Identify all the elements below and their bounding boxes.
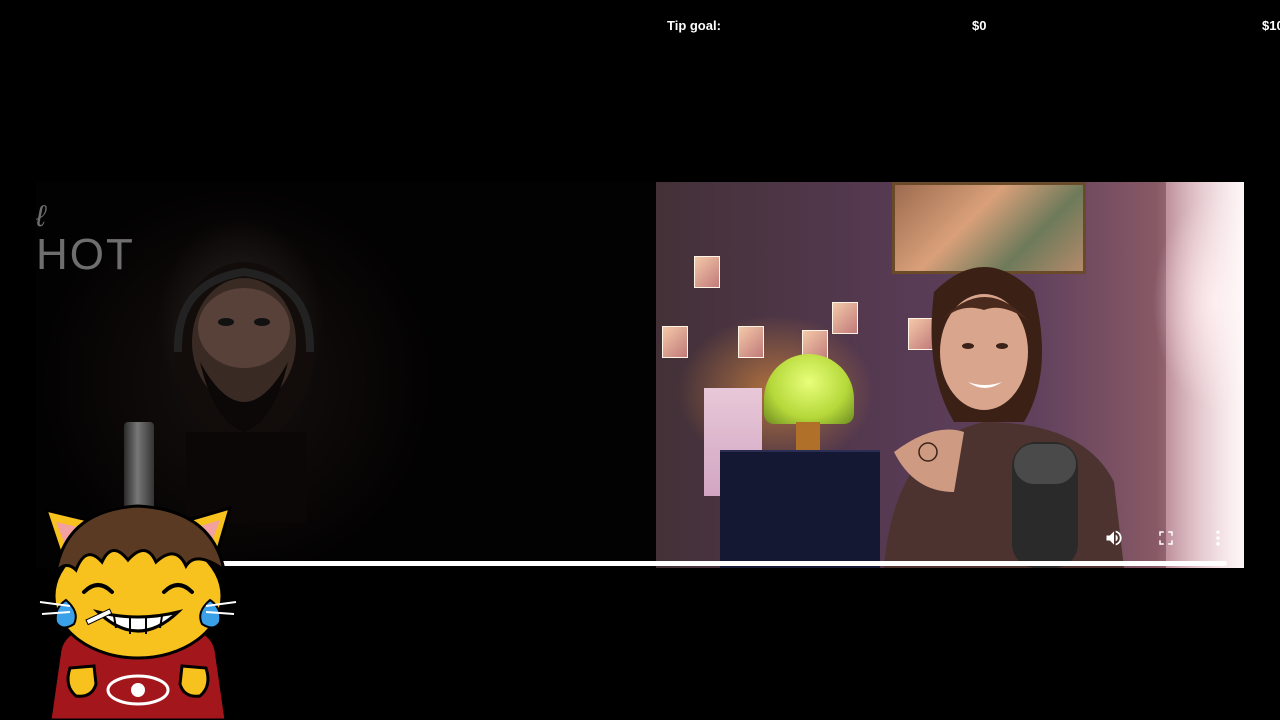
tip-goal-target-amount: $10 bbox=[1262, 18, 1280, 33]
wall-photo bbox=[832, 302, 858, 334]
volume-icon bbox=[1106, 530, 1122, 546]
more-vertical-icon bbox=[1216, 530, 1220, 546]
neon-sign: ℓ HOT bbox=[36, 200, 135, 279]
tip-goal-bar: Tip goal: $0 $10 bbox=[0, 0, 1280, 52]
wall-photo bbox=[662, 326, 688, 358]
tip-goal-current-amount: $0 bbox=[972, 18, 987, 33]
lamp-base bbox=[796, 422, 820, 452]
wall-photo bbox=[694, 256, 720, 288]
tip-goal-label: Tip goal: bbox=[667, 18, 721, 33]
fullscreen-button[interactable] bbox=[1152, 524, 1180, 552]
right-camera-feed bbox=[656, 182, 1244, 568]
video-progress-bar[interactable] bbox=[218, 561, 1227, 566]
wall-photo bbox=[738, 326, 764, 358]
microphone bbox=[124, 422, 154, 512]
fullscreen-icon bbox=[1159, 531, 1173, 545]
green-lamp bbox=[764, 354, 854, 424]
more-options-button[interactable] bbox=[1204, 524, 1232, 552]
stream-page: Tip goal: $0 $10 ℓ HOT bbox=[0, 0, 1280, 720]
volume-button[interactable] bbox=[1100, 524, 1128, 552]
cat-sticker bbox=[39, 504, 237, 720]
man-with-headphones bbox=[173, 262, 315, 522]
neon-sign-text: HOT bbox=[36, 230, 135, 279]
